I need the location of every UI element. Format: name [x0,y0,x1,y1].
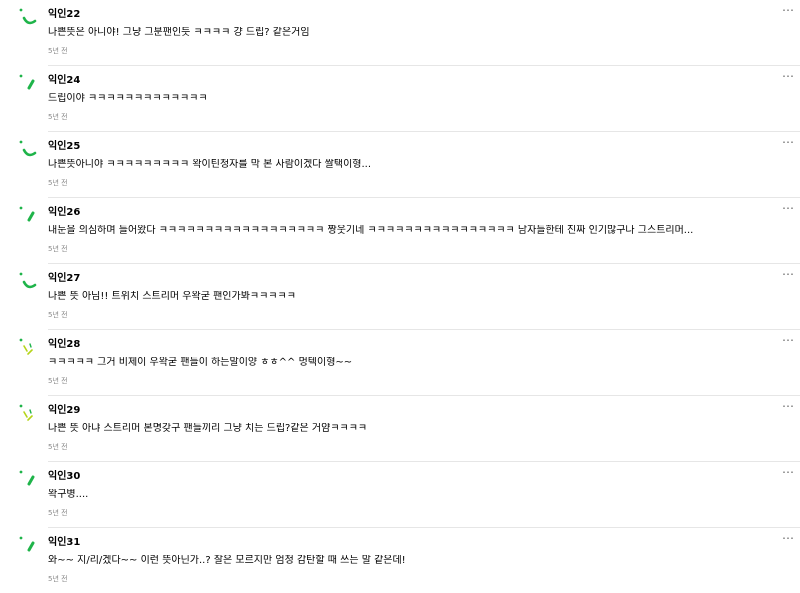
avatar-icon [18,402,40,426]
comment-item: 익인22 나쁜뜻은 아니야! 그냥 그분팬인듯 ㅋㅋㅋㅋ 걍 드립? 같은거임 … [0,0,800,66]
comment-time: 5년 전 [48,113,68,121]
more-options-icon[interactable]: ⋯ [780,268,796,285]
comment-time: 5년 전 [48,443,68,451]
comment-nickname[interactable]: 익인22 [48,9,80,21]
avatar-icon [18,72,40,96]
comment-item: 익인26 내눈을 의심하며 들어왔다 ㅋㅋㅋㅋㅋㅋㅋㅋㅋㅋㅋㅋㅋㅋㅋㅋㅋㅋ 짱웃… [0,198,800,264]
comment-text: 내눈을 의심하며 들어왔다 ㅋㅋㅋㅋㅋㅋㅋㅋㅋㅋㅋㅋㅋㅋㅋㅋㅋㅋ 짱웃기네 ㅋㅋ… [48,225,694,236]
comment-time: 5년 전 [48,509,68,517]
comment-body: 익인26 내눈을 의심하며 들어왔다 ㅋㅋㅋㅋㅋㅋㅋㅋㅋㅋㅋㅋㅋㅋㅋㅋㅋㅋ 짱웃… [48,198,800,264]
avatar-icon [18,336,40,360]
avatar-icon [18,138,40,162]
comment-time: 5년 전 [48,245,68,253]
comment-body: 익인25 나쁜뜻아니야 ㅋㅋㅋㅋㅋㅋㅋㅋㅋ 왁이틴청자를 막 본 사람이겠다 쌀… [48,132,800,198]
comment-nickname[interactable]: 익인24 [48,75,80,87]
avatar-icon [18,270,40,294]
comment-body: 익인24 드립이야 ㅋㅋㅋㅋㅋㅋㅋㅋㅋㅋㅋㅋㅋ 5년 전 [48,66,800,132]
comment-item: 익인30 왁구병.... 5년 전 ⋯ [0,462,800,528]
avatar-icon [18,534,40,558]
more-options-icon[interactable]: ⋯ [780,4,796,21]
more-options-icon[interactable]: ⋯ [780,466,796,483]
comment-nickname[interactable]: 익인26 [48,207,80,219]
avatar-icon [18,468,40,492]
comment-item: 익인25 나쁜뜻아니야 ㅋㅋㅋㅋㅋㅋㅋㅋㅋ 왁이틴청자를 막 본 사람이겠다 쌀… [0,132,800,198]
comment-nickname[interactable]: 익인31 [48,537,80,549]
comment-item: 익인31 와~~ 지/리/겠다~~ 이런 뜻아닌가..? 잘은 모르지만 엄청 … [0,528,800,593]
comment-body: 익인27 나쁜 뜻 아님!! 트위치 스트리머 우왁굳 팬인가봐ㅋㅋㅋㅋㅋ 5년… [48,264,800,330]
comment-text: 왁구병.... [48,489,89,500]
comment-text: 드립이야 ㅋㅋㅋㅋㅋㅋㅋㅋㅋㅋㅋㅋㅋ [48,93,208,104]
comment-text: 와~~ 지/리/겠다~~ 이런 뜻아닌가..? 잘은 모르지만 엄청 감탄할 때… [48,555,406,566]
comment-nickname[interactable]: 익인29 [48,405,80,417]
comment-item: 익인24 드립이야 ㅋㅋㅋㅋㅋㅋㅋㅋㅋㅋㅋㅋㅋ 5년 전 ⋯ [0,66,800,132]
comment-body: 익인28 ㅋㅋㅋㅋㅋ 그거 비제이 우왁굳 팬들이 하는말이양 ㅎㅎ^^ 멍텍이… [48,330,800,396]
comment-time: 5년 전 [48,179,68,187]
comment-item: 익인28 ㅋㅋㅋㅋㅋ 그거 비제이 우왁굳 팬들이 하는말이양 ㅎㅎ^^ 멍텍이… [0,330,800,396]
more-options-icon[interactable]: ⋯ [780,136,796,153]
more-options-icon[interactable]: ⋯ [780,70,796,87]
comment-item: 익인27 나쁜 뜻 아님!! 트위치 스트리머 우왁굳 팬인가봐ㅋㅋㅋㅋㅋ 5년… [0,264,800,330]
more-options-icon[interactable]: ⋯ [780,400,796,417]
more-options-icon[interactable]: ⋯ [780,532,796,549]
comment-body: 익인30 왁구병.... 5년 전 [48,462,800,528]
comment-nickname[interactable]: 익인27 [48,273,80,285]
avatar-icon [18,6,40,30]
comment-body: 익인22 나쁜뜻은 아니야! 그냥 그분팬인듯 ㅋㅋㅋㅋ 걍 드립? 같은거임 … [48,0,800,66]
comment-body: 익인31 와~~ 지/리/겠다~~ 이런 뜻아닌가..? 잘은 모르지만 엄청 … [48,528,800,593]
comment-body: 익인29 나쁜 뜻 아냐 스트리머 본명갖구 팬들끼리 그냥 치는 드립?같은 … [48,396,800,462]
more-options-icon[interactable]: ⋯ [780,334,796,351]
avatar-icon [18,204,40,228]
comment-text: 나쁜 뜻 아님!! 트위치 스트리머 우왁굳 팬인가봐ㅋㅋㅋㅋㅋ [48,291,296,302]
comment-text: 나쁜 뜻 아냐 스트리머 본명갖구 팬들끼리 그냥 치는 드립?같은 거얌ㅋㅋㅋ… [48,423,368,434]
comment-nickname[interactable]: 익인30 [48,471,80,483]
comment-time: 5년 전 [48,377,68,385]
more-options-icon[interactable]: ⋯ [780,202,796,219]
comment-time: 5년 전 [48,575,68,583]
comment-time: 5년 전 [48,47,68,55]
comment-text: 나쁜뜻아니야 ㅋㅋㅋㅋㅋㅋㅋㅋㅋ 왁이틴청자를 막 본 사람이겠다 쌀택이형..… [48,159,372,170]
comment-time: 5년 전 [48,311,68,319]
comment-text: ㅋㅋㅋㅋㅋ 그거 비제이 우왁굳 팬들이 하는말이양 ㅎㅎ^^ 멍텍이형~~ [48,357,353,368]
comment-nickname[interactable]: 익인28 [48,339,80,351]
comment-text: 나쁜뜻은 아니야! 그냥 그분팬인듯 ㅋㅋㅋㅋ 걍 드립? 같은거임 [48,27,310,38]
comment-nickname[interactable]: 익인25 [48,141,80,153]
comment-item: 익인29 나쁜 뜻 아냐 스트리머 본명갖구 팬들끼리 그냥 치는 드립?같은 … [0,396,800,462]
